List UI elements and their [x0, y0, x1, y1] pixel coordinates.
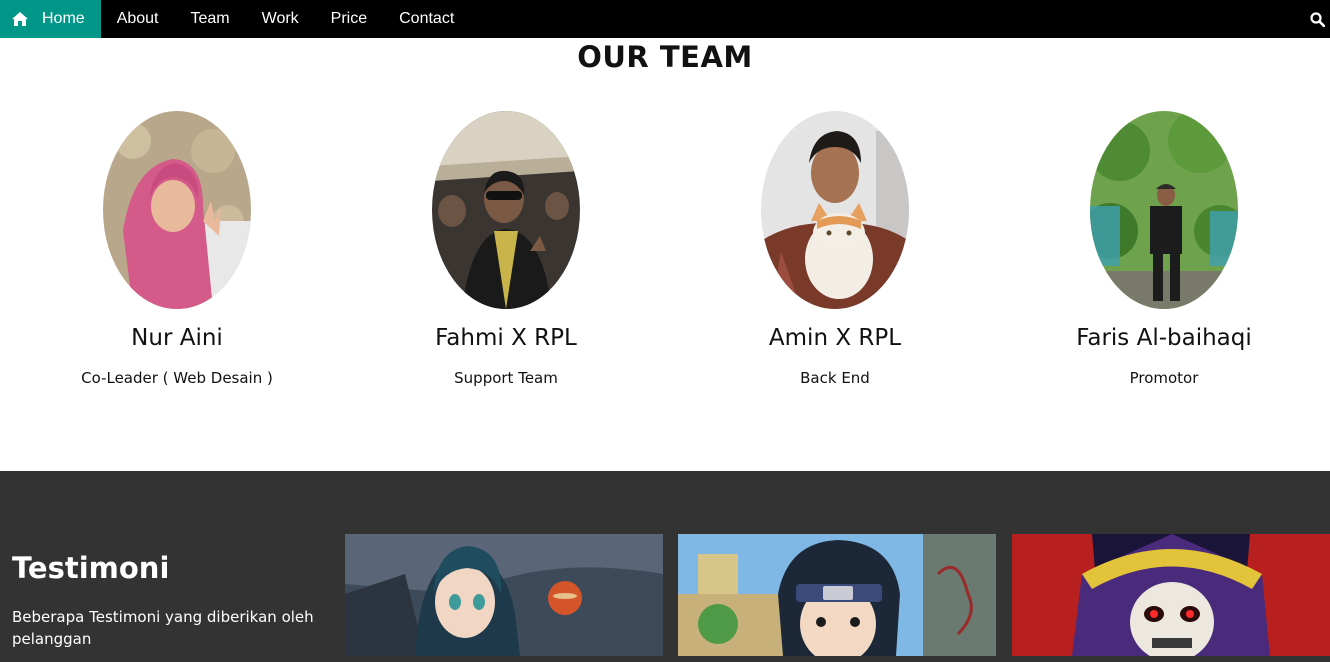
team-title: OUR TEAM — [577, 40, 753, 74]
member-role: Support Team — [454, 369, 558, 387]
member-name: Amin X RPL — [768, 325, 902, 351]
nav-team[interactable]: Team — [175, 0, 246, 38]
nav-price[interactable]: Price — [315, 0, 383, 38]
nav-about[interactable]: About — [101, 0, 175, 38]
member-photo — [761, 111, 909, 309]
testimoni-section: Testimoni Beberapa Testimoni yang diberi… — [0, 471, 1330, 662]
team-member-card: Amin X RPL Back End — [670, 111, 1000, 387]
member-name: Faris Al-baihaqi — [1076, 325, 1252, 351]
top-navigation: Home About Team Work Price Contact — [0, 0, 1330, 38]
search-icon — [1309, 11, 1325, 27]
testimoni-image[interactable] — [678, 534, 996, 656]
home-icon — [12, 12, 28, 26]
member-role: Co-Leader ( Web Desain ) — [81, 369, 273, 387]
member-name: Fahmi X RPL — [435, 325, 577, 351]
testimoni-image[interactable] — [1012, 534, 1330, 656]
member-photo — [103, 111, 251, 309]
search-button[interactable] — [1304, 0, 1330, 38]
member-photo — [1090, 111, 1238, 309]
member-photo — [432, 111, 580, 309]
testimoni-image[interactable] — [345, 534, 663, 656]
nav-contact[interactable]: Contact — [383, 0, 470, 38]
testimoni-title: Testimoni — [12, 551, 170, 585]
nav-home[interactable]: Home — [0, 0, 101, 38]
nav-work[interactable]: Work — [246, 0, 315, 38]
testimoni-description: Beberapa Testimoni yang diberikan oleh p… — [12, 608, 314, 648]
team-member-card: Nur Aini Co-Leader ( Web Desain ) — [12, 111, 342, 387]
team-member-card: Faris Al-baihaqi Promotor — [999, 111, 1329, 387]
member-role: Back End — [800, 369, 870, 387]
team-member-card: Fahmi X RPL Support Team — [341, 111, 671, 387]
member-name: Nur Aini — [131, 325, 223, 351]
nav-home-label: Home — [42, 10, 85, 27]
member-role: Promotor — [1129, 369, 1199, 387]
